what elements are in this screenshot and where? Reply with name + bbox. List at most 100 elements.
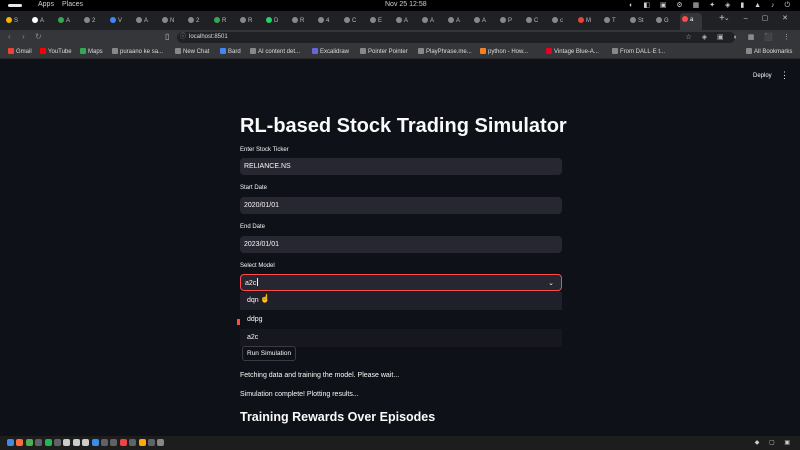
bookmark-item[interactable]: PlayPhrase.me... — [418, 48, 472, 55]
ticker-label: Enter Stock Ticker — [240, 147, 289, 153]
bookmark-favicon-icon — [112, 48, 118, 54]
tab-label: A — [66, 18, 71, 24]
bookmark-item[interactable]: From DALL·E t... — [612, 48, 665, 55]
tab-label: 4 — [326, 18, 330, 24]
bookmark-label: puraano ke sa... — [120, 49, 164, 55]
browser-tab[interactable]: R — [212, 14, 234, 28]
bookmark-item[interactable]: YouTube — [40, 48, 72, 55]
browser-tab[interactable]: S — [4, 14, 26, 28]
browser-tab[interactable]: M — [576, 14, 598, 28]
browser-tab[interactable]: C — [524, 14, 546, 28]
end-date-label: End Date — [240, 224, 266, 230]
model-option-a2c[interactable]: a2c — [240, 329, 562, 347]
model-option-ddpg[interactable]: ddpg — [240, 311, 562, 329]
bookmark-item[interactable]: Bard — [220, 48, 241, 55]
taskbar-app-icon[interactable] — [138, 439, 146, 446]
taskbar-app-icon[interactable] — [44, 439, 52, 446]
extensions-toolbar[interactable]: ☆ ◈ ▣ ◐ ▦ ⬛ ⋮ — [686, 33, 795, 41]
start-date-label: Start Date — [240, 185, 268, 191]
browser-tab[interactable]: P — [498, 14, 520, 28]
places-menu[interactable]: Places — [62, 1, 83, 8]
tab-favicon-icon — [682, 16, 688, 23]
taskbar-app-icon[interactable] — [119, 439, 127, 446]
taskbar-app-icon[interactable] — [72, 439, 80, 446]
window-controls[interactable]: ⌄ – ▢ ✕ — [724, 14, 794, 22]
taskbar-app-icon[interactable] — [54, 439, 61, 446]
bookmark-item[interactable]: All Bookmarks — [746, 48, 792, 55]
end-date-input[interactable]: 2023/01/01 — [240, 236, 562, 253]
tab-label: S — [14, 18, 19, 24]
tab-label: E — [378, 18, 383, 24]
taskbar-app-icon[interactable] — [82, 439, 90, 446]
run-simulation-button[interactable]: Run Simulation — [242, 346, 297, 361]
browser-tab[interactable]: 2 — [82, 14, 104, 28]
browser-tab[interactable]: St — [628, 14, 650, 28]
taskbar-app-icon[interactable] — [101, 439, 108, 446]
tab-favicon-icon — [266, 17, 272, 24]
browser-tab[interactable]: R — [238, 14, 260, 28]
browser-tab[interactable]: A — [472, 14, 494, 28]
deploy-button[interactable]: Deploy — [753, 73, 772, 79]
bookmark-item[interactable]: Pointer Pointer — [360, 48, 408, 55]
browser-tab[interactable]: A — [394, 14, 416, 28]
taskbar-app-icon[interactable] — [110, 439, 118, 446]
browser-tab[interactable]: C — [342, 14, 364, 28]
tab-label: a — [690, 17, 694, 23]
system-tray[interactable]: ◐ ◧ ▣ ⚙ ▦ ✦ ◈ ▮ ▲ ♪ ⏻ — [629, 1, 794, 10]
browser-tab[interactable]: a — [680, 13, 702, 30]
bookmark-item[interactable]: Gmail — [8, 48, 32, 55]
bookmark-item[interactable]: Vintage Blue-A... — [546, 48, 599, 55]
forward-arrow-icon[interactable]: › — [22, 32, 25, 41]
taskbar-app-icon[interactable] — [91, 439, 99, 446]
tab-favicon-icon — [474, 17, 480, 24]
browser-tab[interactable]: N — [160, 14, 182, 28]
apps-menu[interactable]: Apps — [38, 1, 54, 8]
taskbar-app-icon[interactable] — [63, 439, 71, 446]
bookmark-item[interactable]: python - How... — [480, 48, 528, 55]
bookmark-item[interactable]: AI content det... — [250, 48, 300, 55]
workspace-indicator[interactable] — [8, 4, 22, 7]
address-bar[interactable]: ⓘ localhost:8501 — [177, 32, 735, 43]
browser-tab[interactable]: G — [654, 14, 676, 28]
ticker-input[interactable]: RELIANCE.NS — [240, 158, 562, 175]
browser-tab[interactable]: A — [446, 14, 468, 28]
chevron-down-icon[interactable]: ⌄ — [548, 275, 554, 292]
browser-tab[interactable]: R — [290, 14, 312, 28]
browser-tab[interactable]: T — [602, 14, 624, 28]
browser-tab[interactable]: E — [368, 14, 390, 28]
start-date-input[interactable]: 2020/01/01 — [240, 197, 562, 214]
bookmark-favicon-icon — [8, 48, 14, 54]
tab-favicon-icon — [188, 17, 194, 24]
browser-tab[interactable]: A — [420, 14, 442, 28]
page-title: RL-based Stock Trading Simulator — [240, 115, 567, 137]
model-option-dqn[interactable]: dqn — [240, 292, 562, 310]
tab-label: R — [300, 18, 305, 24]
browser-tab[interactable]: 4 — [316, 14, 338, 28]
browser-tab[interactable]: 2 — [186, 14, 208, 28]
bookmark-tab-icon[interactable]: ▯ — [165, 32, 169, 41]
browser-tab[interactable]: A — [30, 14, 52, 28]
browser-tab[interactable]: c — [550, 14, 572, 28]
taskbar-app-icon[interactable] — [25, 439, 33, 446]
site-info-icon[interactable]: ⓘ — [180, 32, 186, 43]
taskbar-app-icon[interactable] — [16, 439, 24, 446]
browser-tab[interactable]: A — [56, 14, 78, 28]
taskbar-app-icon[interactable] — [7, 439, 14, 446]
taskbar-app-icon[interactable] — [129, 439, 137, 446]
browser-tab[interactable]: V — [108, 14, 130, 28]
main-menu-icon[interactable]: ⋮ — [780, 70, 789, 81]
model-select[interactable]: a2c ⌄ — [240, 274, 562, 291]
reload-icon[interactable]: ↻ — [35, 32, 42, 41]
taskbar-app-icon[interactable] — [148, 439, 155, 446]
bookmark-item[interactable]: Maps — [80, 48, 103, 55]
clock[interactable]: Nov 25 12:58 — [385, 1, 427, 8]
bookmark-item[interactable]: puraano ke sa... — [112, 48, 163, 55]
back-arrow-icon[interactable]: ‹ — [8, 32, 11, 41]
taskbar-app-icon[interactable] — [35, 439, 43, 446]
taskbar-tray[interactable]: ◆ ▢ ▣ — [755, 439, 794, 446]
bookmark-item[interactable]: New Chat — [175, 48, 209, 55]
taskbar-app-icon[interactable] — [157, 439, 165, 446]
bookmark-item[interactable]: Excalidraw — [312, 48, 349, 55]
browser-tab[interactable]: D — [264, 14, 286, 28]
browser-tab[interactable]: A — [134, 14, 156, 28]
